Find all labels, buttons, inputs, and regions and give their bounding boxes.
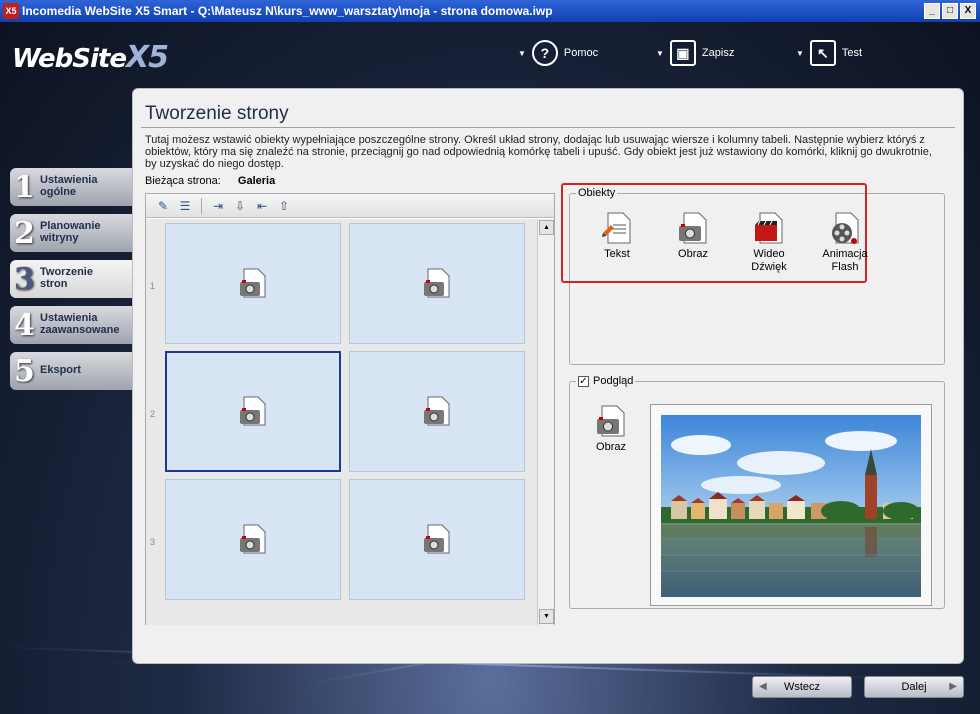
image-object-icon <box>240 268 266 297</box>
title-bar: X5 Incomedia WebSite X5 Smart - Q:\Mateu… <box>0 0 980 22</box>
step-label: Ustawienia zaawansowane <box>40 312 120 336</box>
step-advanced-settings[interactable]: 4 Ustawienia zaawansowane <box>10 306 132 344</box>
step-page-creation[interactable]: 3 Tworzenie stron <box>10 260 132 298</box>
image-object-icon <box>424 524 450 553</box>
grid-cell[interactable] <box>165 223 341 344</box>
row-number: 3 <box>150 537 156 547</box>
app-logo: WebSiteX5 <box>12 40 169 75</box>
test-label: Test <box>841 47 863 59</box>
wizard-steps: 1 Ustawienia ogólne 2 Planowanie witryny 3… <box>10 168 132 398</box>
preview-image-frame <box>650 404 932 606</box>
page-title: Tworzenie strony <box>145 103 289 124</box>
image-object-icon <box>240 524 266 553</box>
test-button[interactable]: ▼ ↖ Test <box>796 40 862 66</box>
title-divider <box>141 127 955 128</box>
video-object[interactable]: Wideo Dźwięk <box>731 211 807 274</box>
app-icon: X5 <box>3 3 19 19</box>
preview-group: ✓ Podgląd Obraz <box>569 375 945 609</box>
back-label: Wstecz <box>783 681 821 693</box>
image-object-icon <box>240 396 266 425</box>
step-number: 1 <box>14 170 35 205</box>
dropdown-arrow-icon: ▼ <box>796 48 804 58</box>
grid-cell[interactable] <box>349 223 525 344</box>
step-number: 4 <box>14 308 35 343</box>
insert-row-icon[interactable]: ⇥ <box>209 197 227 215</box>
grid-rows: 1 2 3 <box>146 219 538 625</box>
next-arrow-icon: ▶ <box>949 681 957 692</box>
image-object-icon <box>679 212 707 244</box>
image-object-label: Obraz <box>678 248 708 260</box>
step-site-planning[interactable]: 2 Planowanie witryny <box>10 214 132 252</box>
scroll-down-icon[interactable]: ▼ <box>539 609 554 624</box>
text-object-icon <box>602 212 631 244</box>
grid-cell[interactable] <box>165 479 341 600</box>
window-controls: _ □ X <box>924 3 976 19</box>
step-number: 5 <box>14 354 35 389</box>
grid-cell[interactable] <box>349 351 525 472</box>
scroll-up-icon[interactable]: ▲ <box>539 220 554 235</box>
floppy-disk-icon: ▣ <box>669 40 696 66</box>
objects-list: Tekst Obraz Wideo Dźwięk Animacja Flash <box>579 211 883 274</box>
text-object-label: Tekst <box>604 248 630 260</box>
grid-toolbar: ✎ ☰ ⇥ ⇩ ⇤ ⇧ <box>146 194 554 218</box>
next-button[interactable]: Dalej ▶ <box>864 676 964 698</box>
edit-pencil-icon[interactable]: ✎ <box>154 197 172 215</box>
back-arrow-icon: ◀ <box>759 681 767 692</box>
close-button[interactable]: X <box>960 3 976 19</box>
image-object-icon <box>597 405 625 437</box>
step-number: 2 <box>14 216 35 251</box>
flash-object[interactable]: Animacja Flash <box>807 211 883 274</box>
save-label: Zapisz <box>701 47 735 59</box>
grid-scrollbar[interactable]: ▲ ▼ <box>537 219 554 625</box>
step-label: Planowanie witryny <box>40 220 101 244</box>
main-panel: Tworzenie strony Tutaj możesz wstawić ob… <box>132 88 964 664</box>
image-object-icon <box>424 396 450 425</box>
step-general-settings[interactable]: 1 Ustawienia ogólne <box>10 168 132 206</box>
help-button[interactable]: ▼ ? Pomoc <box>518 40 598 66</box>
layout-grid: ✎ ☰ ⇥ ⇩ ⇤ ⇧ 1 2 3 ▲ ▼ <box>145 193 555 625</box>
grid-cell-selected[interactable] <box>165 351 341 472</box>
current-page: Bieżąca strona: Galeria <box>145 175 275 187</box>
flash-object-label: Animacja Flash <box>822 248 868 273</box>
current-page-label: Bieżąca strona: <box>145 175 221 187</box>
step-number: 3 <box>14 262 35 297</box>
help-icon: ? <box>531 40 558 66</box>
delete-column-icon[interactable]: ⇧ <box>275 197 293 215</box>
grid-cell[interactable] <box>349 479 525 600</box>
minimize-button[interactable]: _ <box>924 3 940 19</box>
current-page-value: Galeria <box>237 175 276 187</box>
help-label: Pomoc <box>563 47 599 59</box>
step-label: Tworzenie stron <box>40 266 93 290</box>
image-object[interactable]: Obraz <box>655 211 731 274</box>
dropdown-arrow-icon: ▼ <box>656 48 664 58</box>
insert-column-icon[interactable]: ⇩ <box>231 197 249 215</box>
row-number: 1 <box>150 281 156 291</box>
next-label: Dalej <box>901 681 927 693</box>
preview-object: Obraz <box>594 404 628 453</box>
text-object[interactable]: Tekst <box>579 211 655 274</box>
video-object-label: Wideo Dźwięk <box>751 248 787 273</box>
step-export[interactable]: 5 Eksport <box>10 352 132 390</box>
flash-object-icon <box>832 212 859 244</box>
maximize-button[interactable]: □ <box>942 3 958 19</box>
step-label: Ustawienia ogólne <box>40 174 98 198</box>
image-object-icon <box>424 268 450 297</box>
monitor-icon: ↖ <box>809 40 836 66</box>
preview-legend: ✓ Podgląd <box>576 375 636 387</box>
save-button[interactable]: ▼ ▣ Zapisz <box>656 40 734 66</box>
preview-checkbox[interactable]: ✓ <box>578 375 589 387</box>
back-button[interactable]: ◀ Wstecz <box>752 676 852 698</box>
step-label: Eksport <box>40 364 81 376</box>
page-description: Tutaj możesz wstawić obiekty wypełniając… <box>145 134 932 170</box>
row-number: 2 <box>150 409 156 419</box>
preview-image <box>661 415 921 597</box>
row-height-icon[interactable]: ☰ <box>176 197 194 215</box>
delete-row-icon[interactable]: ⇤ <box>253 197 271 215</box>
window-title: Incomedia WebSite X5 Smart - Q:\Mateusz … <box>22 4 553 18</box>
video-object-icon <box>755 212 783 244</box>
dropdown-arrow-icon: ▼ <box>518 48 526 58</box>
preview-object-label: Obraz <box>596 441 626 453</box>
